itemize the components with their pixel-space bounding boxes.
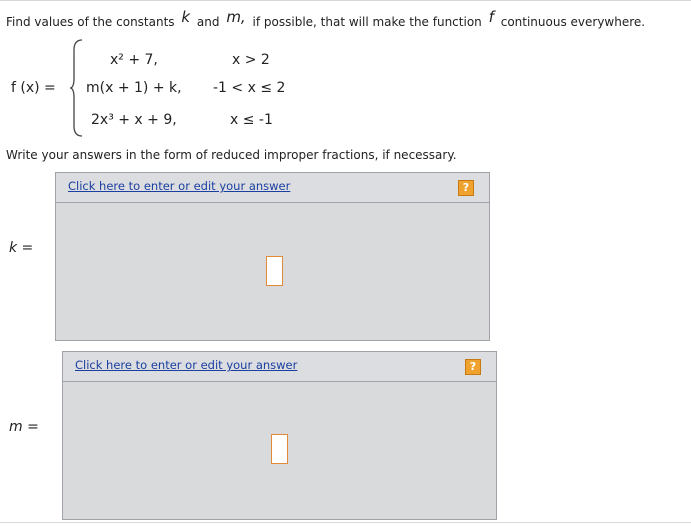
piece-2-expression: m(x + 1) + k, — [86, 80, 182, 96]
k-answer-header: Click here to enter or edit your answer … — [56, 173, 489, 203]
k-answer-input[interactable] — [266, 256, 283, 286]
variable-f: f — [488, 8, 494, 26]
piece-1-condition: x > 2 — [232, 52, 270, 68]
question-suffix: continuous everywhere. — [500, 15, 646, 29]
m-answer-input[interactable] — [271, 434, 288, 464]
left-brace-icon — [70, 39, 83, 137]
piece-1-expression: x² + 7, — [110, 52, 158, 68]
variable-m: m, — [226, 8, 246, 26]
m-label: m = — [9, 419, 39, 435]
variable-k: k — [181, 8, 191, 26]
piece-3-expression: 2x³ + x + 9, — [91, 112, 177, 128]
question-middle: if possible, that will make the function — [252, 15, 482, 29]
m-answer-box[interactable]: Click here to enter or edit your answer … — [62, 351, 497, 520]
top-divider — [0, 0, 691, 1]
question-and: and — [196, 15, 220, 29]
m-answer-header: Click here to enter or edit your answer … — [63, 352, 496, 382]
function-label: f (x) = — [11, 80, 56, 96]
k-edit-answer-link[interactable]: Click here to enter or edit your answer — [68, 179, 290, 193]
m-edit-answer-link[interactable]: Click here to enter or edit your answer — [75, 358, 297, 372]
question-prefix: Find values of the constants — [6, 15, 175, 29]
piece-2-condition: -1 < x ≤ 2 — [213, 80, 286, 96]
piece-3-condition: x ≤ -1 — [230, 112, 273, 128]
k-answer-box[interactable]: Click here to enter or edit your answer … — [55, 172, 490, 341]
question-text: Find values of the constants k and m, if… — [6, 8, 646, 30]
k-label: k = — [9, 240, 34, 256]
instructions: Write your answers in the form of reduce… — [6, 148, 457, 162]
help-icon[interactable]: ? — [458, 180, 474, 196]
bottom-divider — [0, 522, 691, 523]
help-icon[interactable]: ? — [465, 359, 481, 375]
